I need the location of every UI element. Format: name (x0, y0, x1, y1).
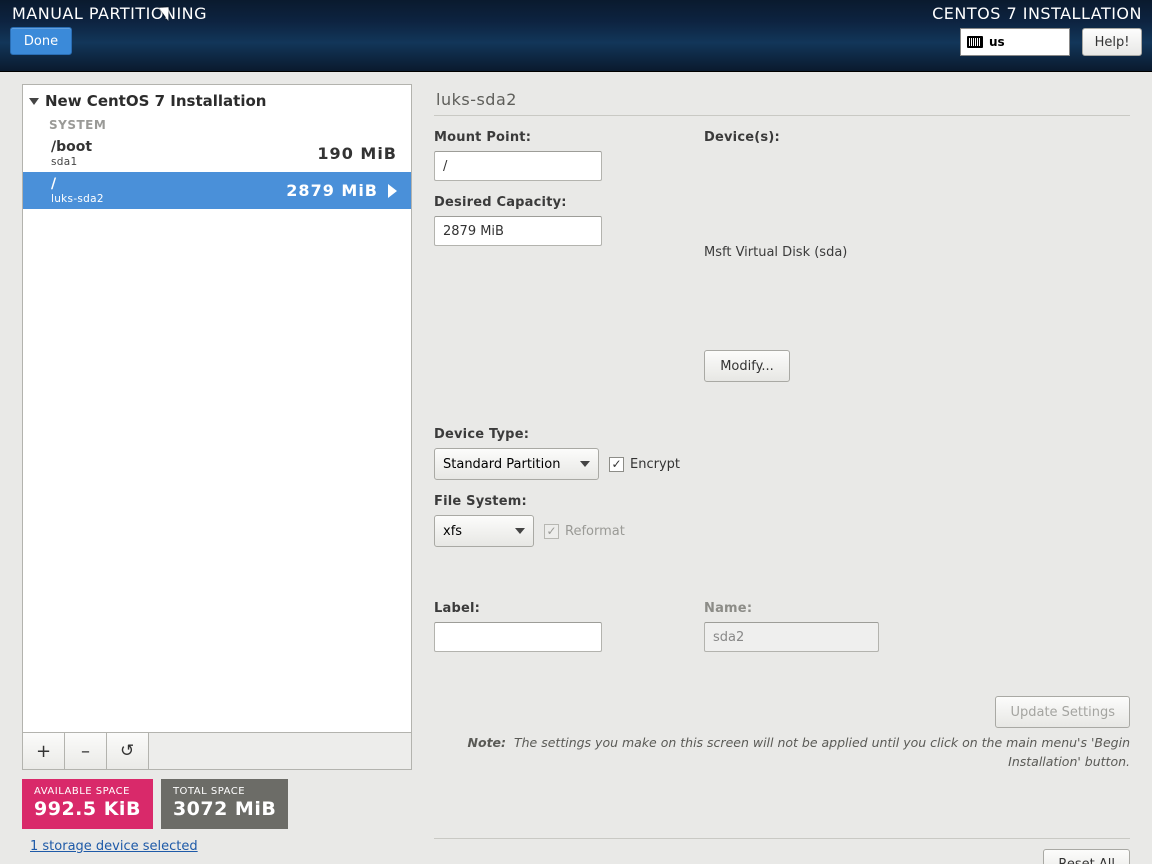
device-string: Msft Virtual Disk (sda) (704, 245, 1130, 260)
update-settings-button[interactable]: Update Settings (995, 696, 1130, 728)
total-space-card: TOTAL SPACE 3072 MiB (161, 779, 288, 829)
dropdown-icon (580, 461, 590, 467)
devices-field-label: Device(s): (704, 130, 1130, 145)
checkbox-icon: ✓ (544, 524, 559, 539)
space-summary: AVAILABLE SPACE 992.5 KiB TOTAL SPACE 30… (22, 779, 412, 829)
keyboard-layout-selector[interactable]: us (960, 28, 1070, 56)
label-field-label: Label: (434, 601, 704, 616)
right-pane: luks-sda2 Mount Point: Device(s): Desire… (434, 84, 1130, 854)
topbar: MANUAL PARTITIONING Done CENTOS 7 INSTAL… (0, 0, 1152, 72)
mount-point-label: /boot (51, 139, 92, 155)
installer-title: CENTOS 7 INSTALLATION (932, 4, 1142, 23)
file-system-value: xfs (443, 524, 462, 539)
reload-icon: ↻ (120, 741, 134, 761)
desired-capacity-field-label: Desired Capacity: (434, 195, 704, 210)
help-button[interactable]: Help! (1082, 28, 1142, 56)
settings-note: Note: The settings you make on this scre… (434, 734, 1130, 772)
label-input[interactable] (434, 622, 602, 652)
total-space-label: TOTAL SPACE (173, 786, 276, 797)
partition-row-boot[interactable]: /boot sda1 190 MiB (23, 135, 411, 172)
device-label: sda1 (51, 156, 92, 168)
done-button[interactable]: Done (10, 27, 72, 55)
keyboard-icon (967, 36, 983, 48)
reformat-label: Reformat (565, 524, 625, 539)
mount-point-input[interactable] (434, 151, 602, 181)
name-field-label: Name: (704, 601, 1130, 616)
desired-capacity-input[interactable] (434, 216, 602, 246)
mount-point-label: / (51, 176, 104, 192)
encrypt-label: Encrypt (630, 457, 680, 472)
modify-device-button[interactable]: Modify... (704, 350, 790, 382)
partition-row-root[interactable]: / luks-sda2 2879 MiB (23, 172, 411, 209)
partition-toolbar: + – ↻ (22, 732, 412, 770)
chevron-right-icon (388, 184, 397, 198)
device-type-value: Standard Partition (443, 457, 560, 472)
available-space-label: AVAILABLE SPACE (34, 786, 141, 797)
add-partition-button[interactable]: + (23, 733, 65, 769)
name-input (704, 622, 879, 652)
reformat-checkbox: ✓ Reformat (544, 524, 625, 539)
available-space-card: AVAILABLE SPACE 992.5 KiB (22, 779, 153, 829)
left-pane: New CentOS 7 Installation SYSTEM /boot s… (22, 84, 412, 854)
disclosure-icon (29, 98, 39, 105)
file-system-select[interactable]: xfs (434, 515, 534, 547)
device-type-field-label: Device Type: (434, 427, 1130, 442)
reset-all-button[interactable]: Reset All (1043, 849, 1130, 864)
file-system-field-label: File System: (434, 494, 1130, 509)
install-header-label: New CentOS 7 Installation (45, 92, 266, 110)
install-header[interactable]: New CentOS 7 Installation (23, 85, 411, 115)
keyboard-layout-label: us (989, 35, 1005, 49)
total-space-value: 3072 MiB (173, 798, 276, 820)
size-label: 2879 MiB (286, 181, 378, 200)
available-space-value: 992.5 KiB (34, 798, 141, 820)
reload-button[interactable]: ↻ (107, 733, 149, 769)
device-label: luks-sda2 (51, 193, 104, 205)
remove-partition-button[interactable]: – (65, 733, 107, 769)
checkbox-icon: ✓ (609, 457, 624, 472)
partition-tree: New CentOS 7 Installation SYSTEM /boot s… (22, 84, 412, 733)
content: New CentOS 7 Installation SYSTEM /boot s… (0, 72, 1152, 864)
encrypt-checkbox[interactable]: ✓ Encrypt (609, 457, 680, 472)
device-type-select[interactable]: Standard Partition (434, 448, 599, 480)
page-title: MANUAL PARTITIONING (10, 4, 207, 23)
category-system: SYSTEM (23, 115, 411, 135)
size-label: 190 MiB (317, 144, 397, 163)
dropdown-icon (515, 528, 525, 534)
storage-devices-link[interactable]: 1 storage device selected (30, 839, 412, 854)
mount-point-field-label: Mount Point: (434, 130, 704, 145)
pane-title: luks-sda2 (434, 84, 1130, 116)
